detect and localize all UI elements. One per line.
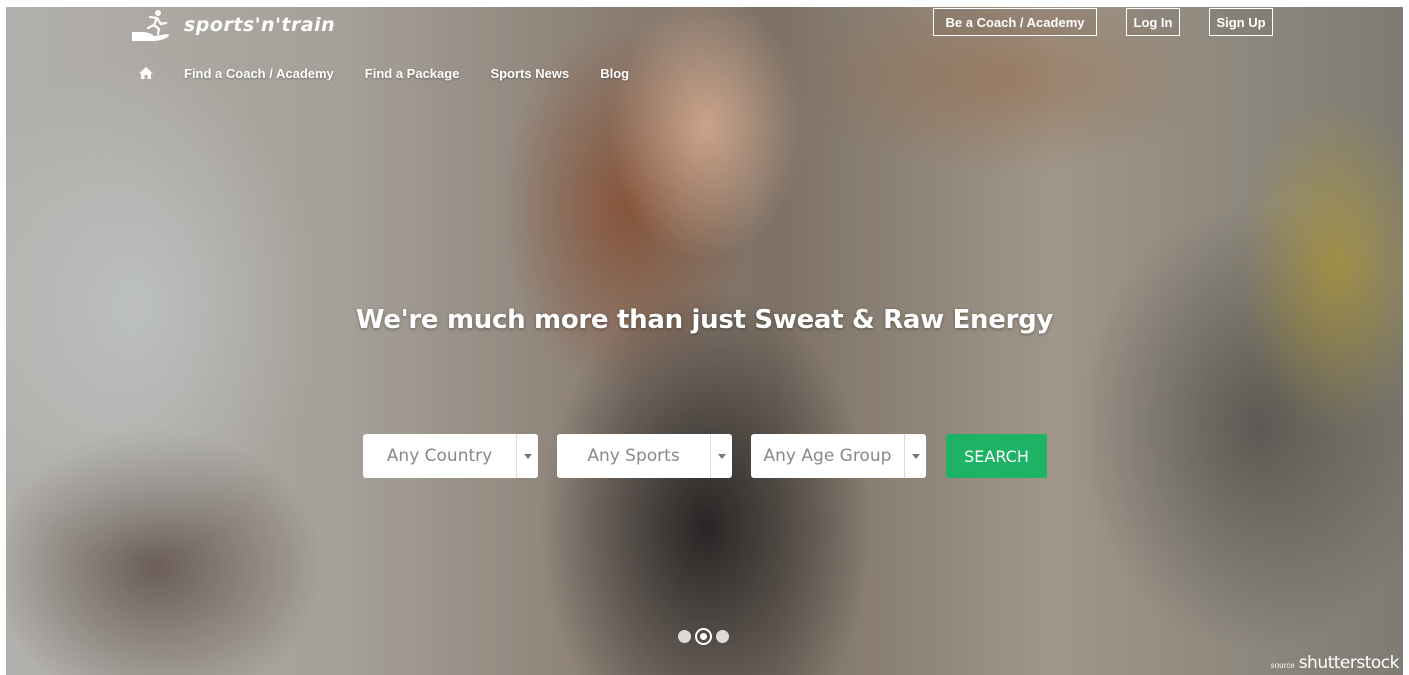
home-icon[interactable] [138, 65, 154, 81]
nav-item-find-package[interactable]: Find a Package [365, 66, 460, 81]
sports-select-value: Any Sports [587, 446, 680, 466]
age-group-select[interactable]: Any Age Group [751, 434, 926, 478]
hero-headline: We're much more than just Sweat & Raw En… [355, 305, 1054, 335]
be-a-coach-button[interactable]: Be a Coach / Academy [933, 8, 1097, 36]
nav-item-find-coach[interactable]: Find a Coach / Academy [184, 66, 334, 81]
main-nav: Find a Coach / Academy Find a Package Sp… [138, 63, 660, 83]
logo-text: sports'n'train [184, 14, 336, 36]
image-credit: source shutterstock [1270, 653, 1400, 673]
search-button[interactable]: SEARCH [946, 434, 1047, 478]
country-select[interactable]: Any Country [363, 434, 538, 478]
sports-select[interactable]: Any Sports [557, 434, 732, 478]
credit-source-label: source [1270, 661, 1295, 670]
login-button[interactable]: Log In [1126, 8, 1180, 36]
chevron-down-icon[interactable] [904, 434, 926, 478]
nav-item-sports-news[interactable]: Sports News [490, 66, 569, 81]
age-group-select-value: Any Age Group [763, 446, 892, 466]
hero-overlay [6, 7, 1403, 675]
chevron-down-icon[interactable] [516, 434, 538, 478]
site-header: sports'n'train Be a Coach / Academy Log … [6, 7, 1403, 47]
credit-brand: shutterstock [1298, 653, 1400, 673]
carousel-dot-2-active[interactable] [695, 628, 712, 645]
hero-banner: sports'n'train Be a Coach / Academy Log … [6, 7, 1403, 675]
country-select-value: Any Country [386, 446, 493, 466]
site-logo[interactable]: sports'n'train [128, 7, 335, 43]
signup-button[interactable]: Sign Up [1209, 8, 1273, 36]
carousel-indicators [678, 628, 729, 645]
chevron-down-icon[interactable] [710, 434, 732, 478]
running-person-hand-icon [128, 8, 172, 42]
carousel-dot-1[interactable] [678, 630, 691, 643]
nav-item-blog[interactable]: Blog [600, 66, 629, 81]
carousel-dot-3[interactable] [716, 630, 729, 643]
